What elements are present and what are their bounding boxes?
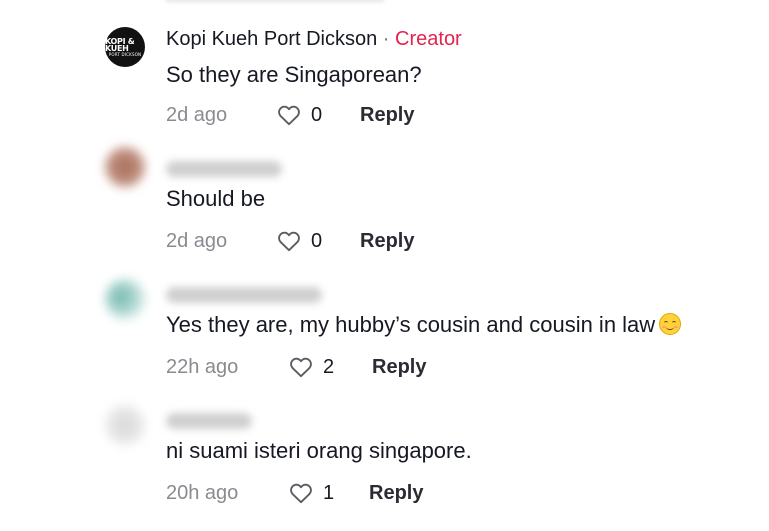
comment-meta: 2d ago 0 Reply [166,227,666,255]
comment-username[interactable]: Kopi Kueh Port Dickson · Creator [166,27,462,51]
comment-time: 22h ago [166,356,239,378]
like-count: 0 [311,230,323,252]
avatar[interactable] [105,147,145,187]
username-text[interactable]: Kopi Kueh Port Dickson [166,28,377,50]
avatar[interactable] [105,405,145,445]
avatar[interactable] [105,279,145,319]
comment-time: 2d ago [166,230,228,252]
blurred-username [166,161,282,177]
creator-badge: Creator [395,28,462,50]
username-separator: · [382,28,390,50]
comment-time: 20h ago [166,482,239,504]
like-count: 1 [323,482,335,504]
smiling-face-emoji-icon [659,313,682,335]
comment-meta: 2d ago 0 Reply [166,101,666,129]
heart-outline-icon[interactable] [276,228,302,254]
comment-text: Yes they are, my hubby’s cousin and cous… [166,311,682,339]
comment-time: 2d ago [166,104,228,126]
comment-text: So they are Singaporean? [166,62,422,87]
comment-item: Yes they are, my hubby’s cousin and cous… [0,279,769,405]
reply-button[interactable]: Reply [372,353,426,381]
reply-button[interactable]: Reply [369,479,423,507]
comment-text-content: Yes they are, my hubby’s cousin and cous… [166,312,656,337]
comment-meta: 20h ago 1 Reply [166,479,666,507]
reply-button[interactable]: Reply [360,101,414,129]
comment-item: ni suami isteri orang singapore. 20h ago… [0,405,769,531]
heart-outline-icon[interactable] [276,102,302,128]
comment-text: Should be [166,186,266,211]
previous-content-edge [165,0,385,2]
like-count: 2 [323,356,335,378]
blurred-username [166,287,322,303]
heart-outline-icon[interactable] [288,354,314,380]
comment-item: KOPI & KUEH PORT DICKSON Kopi Kueh Port … [0,27,769,153]
avatar[interactable]: KOPI & KUEH PORT DICKSON [105,27,145,67]
comment-item: Should be 2d ago 0 Reply [0,147,769,279]
comment-text: ni suami isteri orang singapore. [166,438,472,463]
comment-meta: 22h ago 2 Reply [166,353,666,381]
avatar-logo-subtext: PORT DICKSON [108,51,142,57]
reply-button[interactable]: Reply [360,227,414,255]
blurred-username [166,413,252,429]
heart-outline-icon[interactable] [288,480,314,506]
avatar-logo-text: KOPI & KUEH [105,36,135,53]
like-count: 0 [311,104,323,126]
